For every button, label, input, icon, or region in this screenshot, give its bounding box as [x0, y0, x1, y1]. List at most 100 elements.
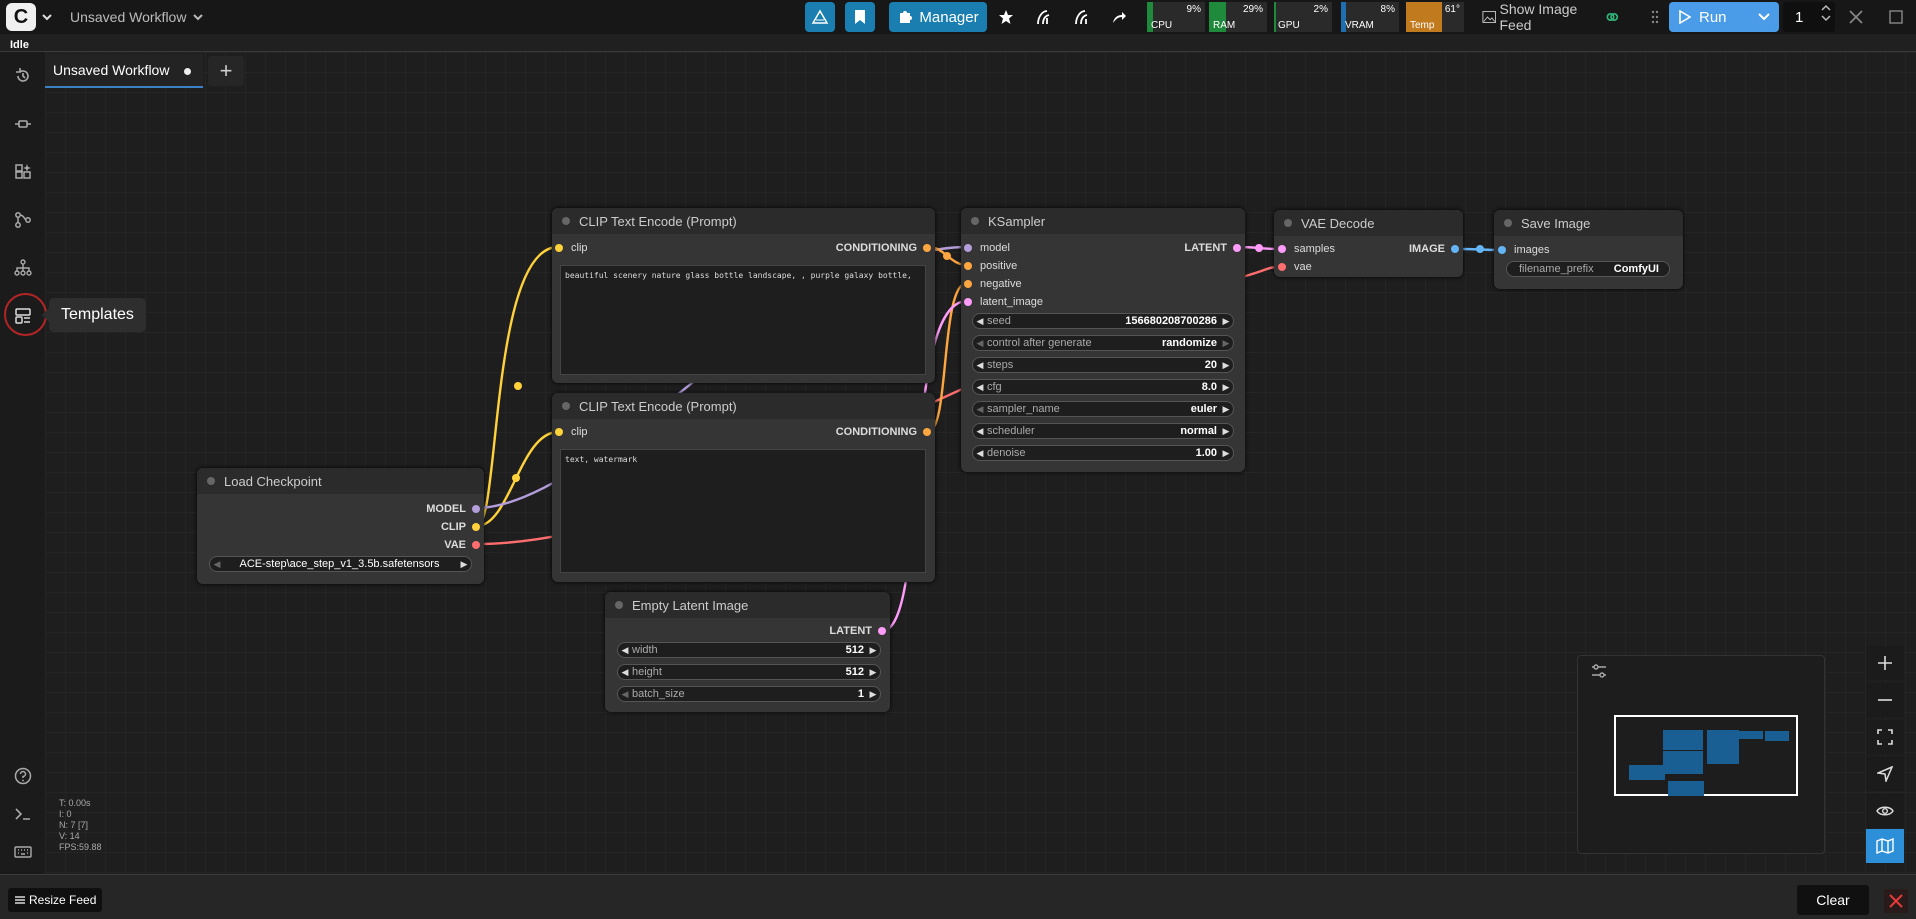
widget-batch-size[interactable]: ◀ batch_size 1 ▶ — [617, 686, 881, 702]
toggle-minimap-button[interactable] — [1866, 829, 1904, 863]
node-title[interactable]: Empty Latent Image — [605, 592, 890, 618]
increment-arrow-icon[interactable]: ▶ — [1219, 360, 1233, 371]
node-clip-text-encode-positive[interactable]: CLIP Text Encode (Prompt) clip CONDITION… — [552, 208, 935, 383]
decrement-arrow-icon[interactable]: ◀ — [973, 360, 987, 371]
node-title[interactable]: KSampler — [961, 208, 1245, 234]
tab-unsaved-workflow[interactable]: Unsaved Workflow — [45, 54, 203, 88]
increment-arrow-icon[interactable]: ▶ — [457, 559, 471, 570]
node-title[interactable]: VAE Decode — [1274, 210, 1463, 236]
output-slot-image[interactable]: IMAGE — [1409, 242, 1459, 256]
drag-handle-icon[interactable] — [1648, 2, 1662, 32]
prompt-textarea[interactable]: beautiful scenery nature glass bottle la… — [560, 265, 926, 375]
increment-arrow-icon[interactable]: ▶ — [1219, 382, 1233, 393]
zoom-out-button[interactable] — [1866, 683, 1904, 717]
widget-width[interactable]: ◀ width 512 ▶ — [617, 642, 881, 658]
unsaved-dot-icon[interactable] — [184, 68, 191, 75]
increment-arrow-icon[interactable]: ▶ — [866, 667, 880, 678]
increment-arrow-icon[interactable]: ▶ — [1219, 426, 1233, 437]
widget-cfg[interactable]: ◀ cfg 8.0 ▶ — [972, 379, 1234, 395]
output-slot-latent[interactable]: LATENT — [1184, 241, 1241, 255]
output-slot-conditioning[interactable]: CONDITIONING — [836, 425, 931, 439]
queue-stepper[interactable] — [1821, 4, 1831, 22]
widget-control-after-generate[interactable]: ◀ control after generate randomize ▶ — [972, 335, 1234, 351]
model-library-icon[interactable] — [12, 161, 34, 183]
node-clip-text-encode-negative[interactable]: CLIP Text Encode (Prompt) clip CONDITION… — [552, 393, 935, 582]
resize-feed-button[interactable]: Resize Feed — [8, 888, 103, 912]
node-save-image[interactable]: Save Image images filename_prefix ComfyUI — [1494, 210, 1683, 289]
chevron-up-icon[interactable] — [1821, 4, 1831, 12]
show-image-feed-button[interactable]: Show Image Feed — [1482, 1, 1622, 33]
increment-arrow-icon[interactable]: ▶ — [1219, 404, 1233, 415]
decrement-arrow-icon[interactable]: ◀ — [973, 338, 987, 349]
tool-button-a[interactable] — [1029, 2, 1059, 32]
output-slot-vae[interactable]: VAE — [444, 538, 480, 552]
tool-button-b[interactable] — [1067, 2, 1097, 32]
help-icon[interactable] — [12, 765, 34, 787]
node-title[interactable]: CLIP Text Encode (Prompt) — [552, 393, 935, 419]
share-button[interactable] — [1104, 2, 1134, 32]
manager-button[interactable]: Manager — [889, 2, 987, 32]
increment-arrow-icon[interactable]: ▶ — [1219, 316, 1233, 327]
node-load-checkpoint[interactable]: Load Checkpoint MODEL CLIP VAE ◀ ACE-step… — [197, 468, 484, 584]
widget-filename-prefix[interactable]: filename_prefix ComfyUI — [1506, 261, 1670, 277]
decrement-arrow-icon[interactable]: ◀ — [973, 426, 987, 437]
decrement-arrow-icon[interactable]: ◀ — [618, 645, 632, 656]
output-slot-conditioning[interactable]: CONDITIONING — [836, 241, 931, 255]
input-slot-model[interactable]: model — [964, 241, 1010, 255]
widget-sampler-name[interactable]: ◀ sampler_name euler ▶ — [972, 401, 1234, 417]
decrement-arrow-icon[interactable]: ◀ — [973, 382, 987, 393]
increment-arrow-icon[interactable]: ▶ — [1219, 448, 1233, 459]
select-mode-button[interactable] — [1866, 757, 1904, 791]
queue-count-input[interactable]: 1 — [1783, 2, 1835, 32]
star-button[interactable] — [991, 2, 1021, 32]
output-slot-latent[interactable]: LATENT — [829, 624, 886, 638]
chevron-down-icon[interactable] — [39, 2, 55, 32]
clear-button[interactable]: Clear — [1797, 885, 1869, 915]
comfy-logo[interactable]: C — [6, 3, 36, 31]
input-slot-samples[interactable]: samples — [1278, 242, 1335, 256]
decrement-arrow-icon[interactable]: ◀ — [618, 689, 632, 700]
close-icon[interactable] — [1842, 2, 1870, 32]
input-slot-clip[interactable]: clip — [555, 425, 588, 439]
output-slot-clip[interactable]: CLIP — [441, 520, 480, 534]
decrement-arrow-icon[interactable]: ◀ — [973, 316, 987, 327]
node-library-icon[interactable] — [12, 113, 34, 135]
widget-denoise[interactable]: ◀ denoise 1.00 ▶ — [972, 445, 1234, 461]
maximize-icon[interactable] — [1882, 2, 1910, 32]
decrement-arrow-icon[interactable]: ◀ — [973, 448, 987, 459]
chevron-down-icon[interactable] — [1821, 14, 1831, 22]
node-empty-latent-image[interactable]: Empty Latent Image LATENT ◀ width 512 ▶ ◀ he… — [605, 592, 890, 712]
node-title[interactable]: CLIP Text Encode (Prompt) — [552, 208, 935, 234]
add-tab-button[interactable]: + — [208, 56, 244, 86]
workflow-title-menu[interactable]: Unsaved Workflow — [70, 2, 204, 32]
run-button[interactable]: Run — [1669, 2, 1779, 32]
widget-steps[interactable]: ◀ steps 20 ▶ — [972, 357, 1234, 373]
close-feed-button[interactable] — [1884, 889, 1908, 913]
input-slot-negative[interactable]: negative — [964, 277, 1022, 291]
input-slot-positive[interactable]: positive — [964, 259, 1017, 273]
toggle-links-button[interactable] — [1866, 794, 1904, 828]
node-vae-decode[interactable]: VAE Decode samples vae IMAGE — [1274, 210, 1463, 277]
node-ksampler[interactable]: KSampler model positive negative latent_… — [961, 208, 1245, 472]
input-slot-vae[interactable]: vae — [1278, 260, 1312, 274]
input-slot-clip[interactable]: clip — [555, 241, 588, 255]
hierarchy-icon[interactable] — [12, 257, 34, 279]
workflows-icon[interactable] — [12, 209, 34, 231]
minimap[interactable] — [1577, 655, 1825, 854]
decrement-arrow-icon[interactable]: ◀ — [973, 404, 987, 415]
increment-arrow-icon[interactable]: ▶ — [866, 645, 880, 656]
fit-view-button[interactable] — [1866, 720, 1904, 754]
workflow-tool-button[interactable] — [805, 2, 835, 32]
zoom-in-button[interactable] — [1866, 646, 1904, 680]
decrement-arrow-icon[interactable]: ◀ — [618, 667, 632, 678]
bookmark-button[interactable] — [845, 2, 875, 32]
widget-height[interactable]: ◀ height 512 ▶ — [617, 664, 881, 680]
terminal-icon[interactable] — [12, 803, 34, 825]
output-slot-model[interactable]: MODEL — [426, 502, 480, 516]
widget-seed[interactable]: ◀ seed 156680208700286 ▶ — [972, 313, 1234, 329]
chevron-down-icon[interactable] — [1757, 10, 1771, 24]
decrement-arrow-icon[interactable]: ◀ — [210, 559, 224, 570]
widget-scheduler[interactable]: ◀ scheduler normal ▶ — [972, 423, 1234, 439]
input-slot-latent-image[interactable]: latent_image — [964, 295, 1043, 309]
input-slot-images[interactable]: images — [1498, 243, 1549, 257]
